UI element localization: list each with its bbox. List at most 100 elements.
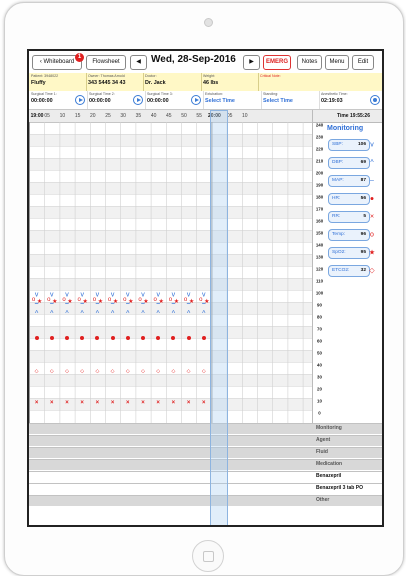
sbp-mark[interactable]: v (80, 291, 84, 298)
emerg-button[interactable]: EMERG (263, 55, 291, 70)
next-day-button[interactable]: ▶ (243, 55, 260, 70)
standing-value[interactable]: Select Time (263, 98, 293, 104)
spo2-mark[interactable]: ★ (113, 299, 118, 305)
dbp-mark[interactable]: ^ (126, 311, 129, 318)
hr-mark[interactable] (186, 336, 191, 340)
rr-mark[interactable]: × (65, 400, 69, 406)
temp-mark[interactable]: o (32, 297, 35, 303)
section-row[interactable]: Benazepril (29, 471, 382, 482)
spo2-mark[interactable]: ★ (82, 299, 87, 305)
hr-mark[interactable] (171, 336, 176, 340)
etco2-mark[interactable]: ◇ (202, 369, 206, 374)
prev-day-button[interactable]: ◀ (130, 55, 147, 70)
spo2-mark[interactable]: ★ (52, 299, 57, 305)
etco2-mark[interactable]: ◇ (80, 369, 84, 374)
monitoring-param-chip[interactable]: RR: 5 (328, 211, 370, 223)
notes-button[interactable]: Notes (297, 55, 322, 70)
sbp-mark[interactable]: v (187, 291, 191, 298)
extubation-cell[interactable]: Extubation: Select Time (203, 91, 262, 109)
hr-mark[interactable] (49, 336, 54, 340)
sbp-mark[interactable]: v (141, 291, 145, 298)
play-icon[interactable] (191, 95, 201, 105)
temp-mark[interactable]: o (138, 297, 141, 303)
surgical-time-3-cell[interactable]: Surgical Time 3: 00:00:00 (145, 91, 204, 109)
temp-mark[interactable]: o (93, 297, 96, 303)
etco2-mark[interactable]: ◇ (95, 369, 99, 374)
etco2-mark[interactable]: ◇ (187, 369, 191, 374)
spo2-mark[interactable]: ★ (204, 299, 209, 305)
record-icon[interactable] (370, 95, 380, 105)
section-row[interactable]: Monitoring (29, 423, 382, 434)
section-row[interactable]: Agent (29, 435, 382, 446)
dbp-mark[interactable]: ^ (172, 311, 175, 318)
rr-mark[interactable]: × (80, 400, 84, 406)
monitoring-param-chip[interactable]: SpO2: 95 (328, 247, 370, 259)
rr-mark[interactable]: × (96, 400, 100, 406)
monitoring-param-chip[interactable]: SBP: 106 (328, 139, 370, 151)
menu-button[interactable]: Menu (325, 55, 349, 70)
hr-mark[interactable] (80, 336, 85, 340)
monitoring-param-chip[interactable]: ETCO2: 32 (328, 265, 370, 277)
temp-mark[interactable]: o (199, 297, 202, 303)
rr-mark[interactable]: × (172, 400, 176, 406)
rr-mark[interactable]: × (156, 400, 160, 406)
extubation-value[interactable]: Select Time (205, 98, 235, 104)
hr-mark[interactable] (125, 336, 130, 340)
monitoring-param-chip[interactable]: Temp: 96 (328, 229, 370, 241)
spo2-mark[interactable]: ★ (67, 299, 72, 305)
sbp-mark[interactable]: v (111, 291, 115, 298)
etco2-mark[interactable]: ◇ (50, 369, 54, 374)
temp-mark[interactable]: o (184, 297, 187, 303)
spo2-mark[interactable]: ★ (174, 299, 179, 305)
hr-mark[interactable] (34, 336, 39, 340)
critical-note-cell[interactable]: Critical Note: (258, 73, 382, 91)
etco2-mark[interactable]: ◇ (35, 369, 39, 374)
etco2-mark[interactable]: ◇ (111, 369, 115, 374)
spo2-mark[interactable]: ★ (128, 299, 133, 305)
sbp-mark[interactable]: v (96, 291, 100, 298)
dbp-mark[interactable]: ^ (81, 311, 84, 318)
temp-mark[interactable]: o (62, 297, 65, 303)
temp-mark[interactable]: o (78, 297, 81, 303)
flowsheet-grid[interactable]: 19:00 05 10 15 20 25 30 35 40 45 50 55 20:00 05 10 vvv… (29, 110, 312, 525)
dbp-mark[interactable]: ^ (202, 311, 205, 318)
etco2-mark[interactable]: ◇ (141, 369, 145, 374)
sbp-mark[interactable]: v (172, 291, 176, 298)
dbp-mark[interactable]: ^ (141, 311, 144, 318)
current-time-column[interactable] (210, 110, 228, 525)
monitoring-param-chip[interactable]: HR: 56 (328, 193, 370, 205)
rr-mark[interactable]: × (35, 400, 39, 406)
etco2-mark[interactable]: ◇ (156, 369, 160, 374)
spo2-mark[interactable]: ★ (98, 299, 103, 305)
vitals-chart-area[interactable]: v v v v v v v v v v v v ^ ^ ^ ^ ^ ^ ^ ^ ^ ^ ^ ^ – – – – – – – – – – – – × × × ×… (29, 122, 312, 423)
spo2-mark[interactable]: ★ (37, 299, 42, 305)
rr-mark[interactable]: × (202, 400, 206, 406)
edit-button[interactable]: Edit (352, 55, 374, 70)
hr-mark[interactable] (201, 336, 206, 340)
flowsheet-button[interactable]: Flowsheet (86, 55, 126, 70)
dbp-mark[interactable]: ^ (187, 311, 190, 318)
surgical-time-1-cell[interactable]: Surgical Time 1: 00:00:00 (29, 91, 88, 109)
spo2-mark[interactable]: ★ (158, 299, 163, 305)
play-icon[interactable] (133, 95, 143, 105)
rr-mark[interactable]: × (111, 400, 115, 406)
sbp-mark[interactable]: v (156, 291, 160, 298)
surgical-time-2-cell[interactable]: Surgical Time 2: 00:00:00 (87, 91, 146, 109)
temp-mark[interactable]: o (123, 297, 126, 303)
sbp-mark[interactable]: v (35, 291, 39, 298)
rr-mark[interactable]: × (187, 400, 191, 406)
sbp-mark[interactable]: v (202, 291, 206, 298)
hr-mark[interactable] (65, 336, 69, 340)
etco2-mark[interactable]: ◇ (126, 369, 130, 374)
temp-mark[interactable]: o (169, 297, 172, 303)
section-row[interactable]: Fluid (29, 447, 382, 458)
temp-mark[interactable]: o (47, 297, 50, 303)
dbp-mark[interactable]: ^ (65, 311, 68, 318)
section-row[interactable]: Other (29, 495, 382, 506)
dbp-mark[interactable]: ^ (96, 311, 99, 318)
section-row[interactable]: Benazepril 3 tab PO (29, 483, 382, 494)
sbp-mark[interactable]: v (65, 291, 69, 298)
home-button[interactable] (192, 540, 224, 572)
sbp-mark[interactable]: v (50, 291, 54, 298)
hr-mark[interactable] (156, 336, 161, 340)
